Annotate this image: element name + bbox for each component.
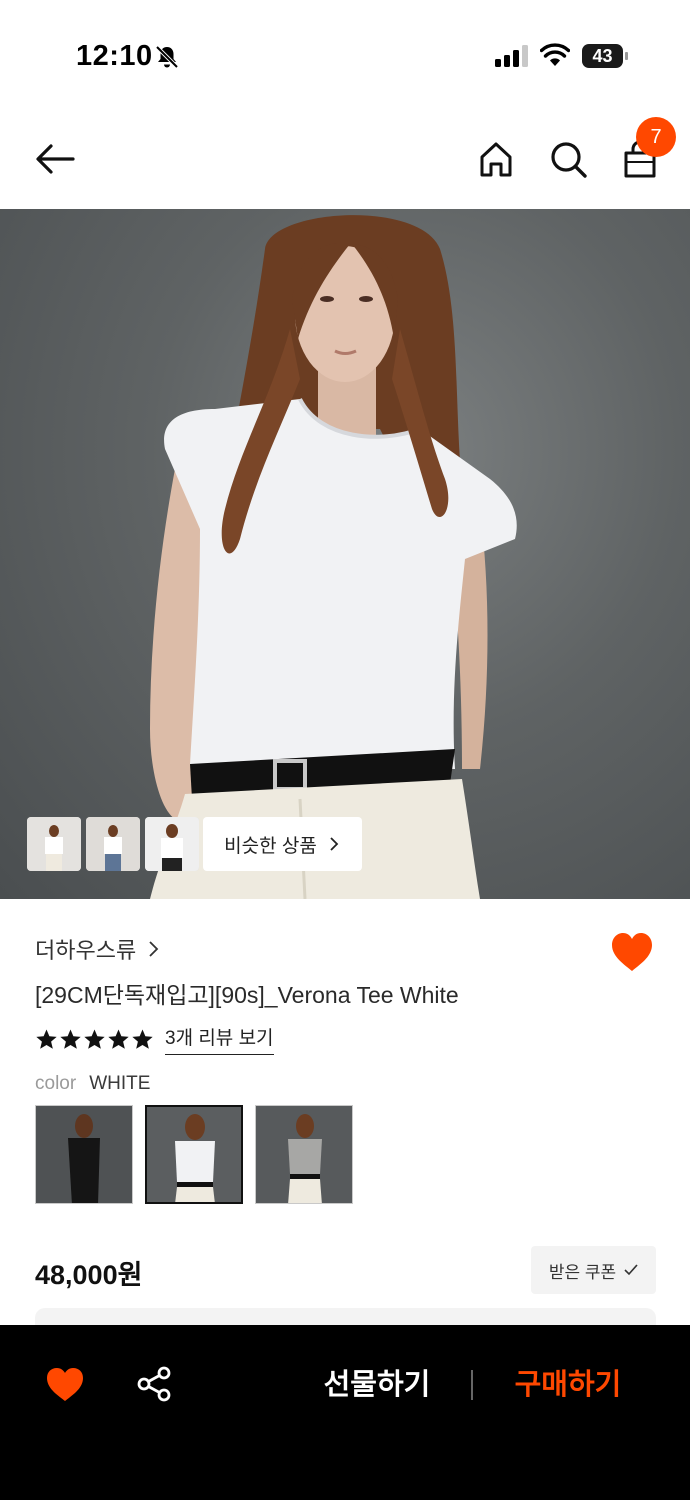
color-value: WHITE (89, 1073, 151, 1094)
heart-icon[interactable] (609, 930, 655, 976)
product-price: 48,000원 (35, 1260, 143, 1290)
brand-link[interactable]: 더하우스류 (35, 933, 160, 965)
home-icon[interactable] (474, 137, 518, 181)
gift-button[interactable]: 선물하기 (312, 1365, 442, 1405)
battery-level: 43 (592, 46, 613, 66)
thumbnail-2[interactable] (86, 817, 140, 871)
status-bar: 12:10 43 (0, 0, 690, 110)
star-rating (35, 1028, 154, 1051)
similar-products-label: 비슷한 상품 (224, 835, 317, 857)
thumbnail-1[interactable] (27, 817, 81, 871)
bell-off-icon (155, 45, 179, 69)
thumbnail-3[interactable] (145, 817, 199, 871)
color-swatches (35, 1105, 353, 1204)
model-photo (150, 215, 517, 899)
similar-products-button[interactable]: 비슷한 상품 (203, 817, 362, 871)
star-icon (60, 1028, 81, 1049)
product-title: [29CM단독재입고][90s]_Verona Tee White (35, 982, 459, 1008)
star-icon (36, 1028, 57, 1049)
product-hero-image[interactable]: 비슷한 상품 (0, 209, 690, 899)
brand-name: 더하우스류 (35, 938, 137, 963)
chevron-right-icon (330, 837, 339, 851)
color-row: color WHITE (35, 1073, 150, 1095)
heart-icon[interactable] (45, 1365, 85, 1405)
star-icon (108, 1028, 129, 1049)
wifi-icon (540, 43, 570, 66)
cart-count-badge: 7 (636, 117, 676, 157)
share-icon[interactable] (135, 1365, 173, 1403)
color-label: color (35, 1073, 77, 1094)
color-swatch-black[interactable] (35, 1105, 133, 1204)
image-thumbnails (27, 817, 199, 871)
coupon-label: 받은 쿠폰 (548, 1262, 617, 1282)
star-icon (84, 1028, 105, 1049)
top-nav-bar (0, 110, 690, 210)
color-swatch-gray[interactable] (255, 1105, 353, 1204)
check-icon (624, 1264, 638, 1276)
rating-row: 3개 리뷰 보기 (35, 1023, 274, 1055)
back-arrow-icon[interactable] (33, 137, 77, 181)
received-coupon-button[interactable]: 받은 쿠폰 (531, 1246, 656, 1294)
star-icon (132, 1028, 153, 1049)
battery-indicator: 43 (582, 44, 628, 68)
view-reviews-link[interactable]: 3개 리뷰 보기 (165, 1023, 274, 1055)
color-swatch-white[interactable] (145, 1105, 243, 1204)
divider (471, 1370, 473, 1400)
status-time: 12:10 (76, 40, 153, 72)
buy-button[interactable]: 구매하기 (503, 1365, 633, 1405)
cellular-signal-icon (495, 45, 528, 67)
bottom-action-bar: 선물하기 구매하기 (0, 1325, 690, 1500)
chevron-right-icon (149, 941, 159, 957)
search-icon[interactable] (546, 137, 590, 181)
